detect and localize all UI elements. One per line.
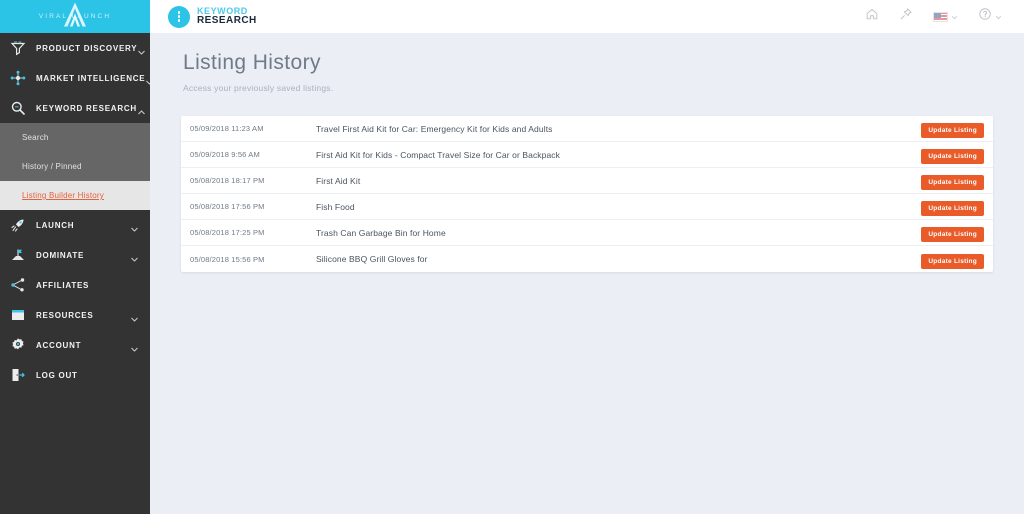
row-action: Update Listing	[921, 250, 993, 269]
chevron-down-icon	[130, 251, 139, 262]
flag-hill-icon	[9, 246, 27, 264]
row-date: 05/08/2018 15:56 PM	[190, 254, 265, 264]
row-action: Update Listing	[921, 197, 993, 216]
table-row[interactable]: 05/08/2018 15:56 PM Silicone BBQ Grill G…	[181, 246, 993, 272]
row-date: 05/09/2018 11:23 AM	[190, 124, 264, 133]
table-row[interactable]: 05/08/2018 18:17 PM First Aid Kit Update…	[181, 168, 993, 194]
sidebar-item-label: ACCOUNT	[36, 340, 82, 350]
row-date: 05/09/2018 9:56 AM	[190, 150, 260, 159]
table-row[interactable]: 05/08/2018 17:56 PM Fish Food Update Lis…	[181, 194, 993, 220]
sidebar-item-label: RESOURCES	[36, 310, 94, 320]
row-title: Trash Can Garbage Bin for Home	[316, 227, 446, 238]
row-title: Travel First Aid Kit for Car: Emergency …	[316, 123, 553, 134]
sidebar-subitem-history-pinned[interactable]: History / Pinned	[0, 152, 150, 181]
us-flag-icon	[933, 11, 948, 22]
sidebar-item-market-intelligence[interactable]: MARKET INTELLIGENCE	[0, 63, 154, 93]
sidebar-subitem-search[interactable]: Search	[0, 123, 150, 152]
sidebar-subitem-listing-builder-history[interactable]: Listing Builder History	[0, 181, 150, 210]
table-row[interactable]: 05/09/2018 11:23 AM Travel First Aid Kit…	[181, 116, 993, 142]
chevron-down-icon	[130, 341, 139, 352]
sidebar-item-affiliates[interactable]: AFFILIATES	[0, 270, 150, 300]
row-date: 05/08/2018 17:25 PM	[190, 228, 265, 237]
row-action: Update Listing	[921, 171, 993, 190]
sidebar-item-dominate[interactable]: DOMINATE	[0, 240, 150, 270]
sidebar-item-account[interactable]: ACCOUNT	[0, 330, 150, 360]
top-header: KEYWORD RESEARCH	[150, 0, 1024, 33]
row-action: Update Listing	[921, 223, 993, 242]
listing-history-table: 05/09/2018 11:23 AM Travel First Aid Kit…	[181, 116, 993, 272]
sidebar-item-label: KEYWORD RESEARCH	[36, 103, 137, 113]
page-title: Listing History	[183, 51, 321, 74]
sidebar-item-label: AFFILIATES	[36, 280, 90, 290]
sidebar-item-label: DOMINATE	[36, 250, 85, 260]
row-date: 05/08/2018 18:17 PM	[190, 176, 265, 185]
row-title: Silicone BBQ Grill Gloves for	[316, 254, 428, 264]
pin-button[interactable]	[899, 7, 913, 26]
update-listing-button[interactable]: Update Listing	[921, 253, 984, 269]
logo-line-2: RESEARCH	[197, 14, 257, 26]
chevron-down-icon	[130, 311, 139, 322]
chevron-down-icon	[130, 221, 139, 232]
main-content: Listing History Access your previously s…	[150, 33, 1024, 514]
sidebar-item-log-out[interactable]: LOG OUT	[0, 360, 150, 390]
magnifier-icon	[9, 99, 27, 117]
home-button[interactable]	[865, 7, 879, 26]
update-listing-button[interactable]: Update Listing	[921, 175, 984, 190]
locale-selector[interactable]	[933, 8, 958, 26]
vertical-dots-circle-icon	[168, 5, 190, 28]
logo-text: KEYWORD RESEARCH	[197, 6, 257, 27]
sidebar-item-resources[interactable]: RESOURCES	[0, 300, 150, 330]
update-listing-button[interactable]: Update Listing	[921, 123, 984, 138]
sidebar: VIRAL LAUNCH PRODUCT DISCOVERY MARKET IN…	[0, 0, 154, 514]
funnel-icon	[9, 39, 27, 57]
chevron-placeholder	[130, 281, 139, 290]
network-nodes-icon	[9, 69, 27, 87]
table-row[interactable]: 05/09/2018 9:56 AM First Aid Kit for Kid…	[181, 142, 993, 168]
keyword-research-logo[interactable]: KEYWORD RESEARCH	[168, 5, 257, 28]
chevron-placeholder	[130, 371, 139, 380]
pin-icon	[899, 7, 913, 26]
viral-launch-logo[interactable]: VIRAL LAUNCH	[0, 0, 150, 33]
sidebar-item-label: PRODUCT DISCOVERY	[36, 43, 138, 53]
keyword-research-submenu: Search History / Pinned Listing Builder …	[0, 123, 150, 210]
update-listing-button[interactable]: Update Listing	[921, 227, 984, 242]
row-title: First Aid Kit for Kids - Compact Travel …	[316, 149, 561, 160]
row-action: Update Listing	[921, 119, 993, 138]
chevron-down-icon	[995, 8, 1002, 26]
update-listing-button[interactable]: Update Listing	[921, 201, 984, 216]
chevron-up-icon	[137, 104, 146, 114]
sidebar-item-label: LOG OUT	[36, 370, 78, 380]
sidebar-item-product-discovery[interactable]: PRODUCT DISCOVERY	[0, 33, 150, 63]
chevron-down-icon	[137, 44, 146, 55]
rocket-icon	[9, 216, 27, 234]
share-nodes-icon	[9, 276, 27, 294]
table-row[interactable]: 05/08/2018 17:25 PM Trash Can Garbage Bi…	[181, 220, 993, 246]
row-title: Fish Food	[316, 201, 355, 212]
chevron-down-icon	[951, 8, 958, 26]
home-icon	[865, 7, 879, 26]
update-listing-button[interactable]: Update Listing	[921, 149, 984, 164]
folder-icon	[9, 306, 27, 324]
row-title: First Aid Kit	[316, 175, 361, 186]
row-date: 05/08/2018 17:56 PM	[190, 202, 265, 211]
help-menu[interactable]	[978, 7, 1002, 26]
help-circle-icon	[978, 7, 992, 26]
page-subtitle: Access your previously saved listings.	[183, 83, 334, 93]
up-arrow-icon	[62, 0, 88, 33]
app-root: VIRAL LAUNCH PRODUCT DISCOVERY MARKET IN…	[0, 0, 1024, 514]
sidebar-item-launch[interactable]: LAUNCH	[0, 210, 150, 240]
sidebar-item-keyword-research[interactable]: KEYWORD RESEARCH	[0, 93, 150, 123]
header-actions	[865, 7, 1002, 26]
logout-door-icon	[9, 366, 27, 384]
sidebar-item-label: LAUNCH	[36, 220, 75, 230]
gear-icon	[9, 336, 27, 354]
sidebar-item-label: MARKET INTELLIGENCE	[36, 73, 146, 83]
row-action: Update Listing	[921, 145, 993, 164]
